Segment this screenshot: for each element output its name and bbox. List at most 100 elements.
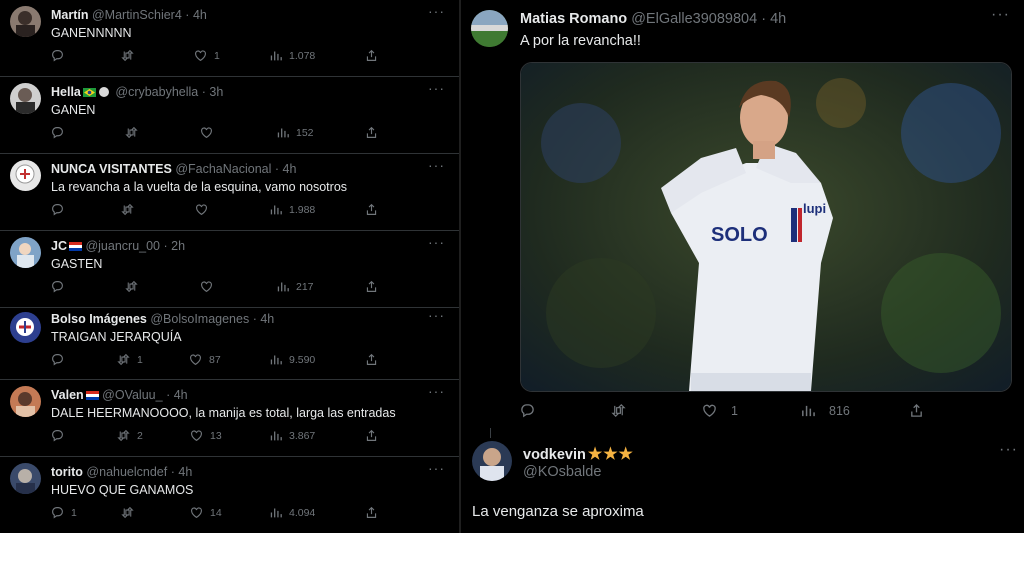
tweet-actions: 1 14 4.094 xyxy=(51,506,391,522)
more-icon[interactable]: ··· xyxy=(999,441,1018,459)
tweet-text: GANENNNNN xyxy=(51,26,132,40)
views-button[interactable]: 3.867 xyxy=(269,429,315,442)
avatar[interactable] xyxy=(10,463,41,494)
reply-button[interactable] xyxy=(51,126,71,139)
retweet-button[interactable]: 1 xyxy=(117,353,143,366)
author-handle[interactable]: @juancru_00 xyxy=(85,239,160,253)
views-button[interactable]: 1.988 xyxy=(269,203,315,216)
views-button[interactable]: 4.094 xyxy=(269,506,315,519)
share-button[interactable] xyxy=(365,280,385,293)
avatar[interactable] xyxy=(10,6,41,37)
author-handle[interactable]: @nahuelcndef xyxy=(86,465,167,479)
retweet-button[interactable] xyxy=(611,403,640,418)
share-button[interactable] xyxy=(909,403,938,418)
more-icon[interactable]: ··· xyxy=(428,383,445,399)
tweet[interactable]: Martín @MartinSchier4 · 4h ··· GANENNNNN… xyxy=(0,0,459,77)
reply-button[interactable] xyxy=(51,429,71,442)
author-handle[interactable]: @KOsbalde xyxy=(523,464,601,480)
retweet-button[interactable]: 2 xyxy=(117,429,143,442)
author-name[interactable]: NUNCA VISITANTES xyxy=(51,162,172,176)
tweet[interactable]: Bolso Imágenes @BolsoImagenes · 4h ··· T… xyxy=(0,307,459,380)
tweet-time[interactable]: 4h xyxy=(283,162,297,176)
avatar[interactable] xyxy=(10,386,41,417)
views-button[interactable]: 1.078 xyxy=(269,49,315,62)
reply-button[interactable] xyxy=(51,203,71,216)
retweet-button[interactable] xyxy=(121,203,141,216)
author-name[interactable]: vodkevin xyxy=(523,447,586,463)
views-button[interactable]: 152 xyxy=(276,126,314,139)
tweet-text: HUEVO QUE GANAMOS xyxy=(51,483,194,497)
author-handle[interactable]: @crybabyhella xyxy=(115,85,198,99)
like-button[interactable]: 13 xyxy=(190,429,222,442)
author-handle[interactable]: @MartinSchier4 xyxy=(92,8,182,22)
like-button[interactable]: 1 xyxy=(194,49,220,62)
share-button[interactable] xyxy=(365,506,385,519)
reply-button[interactable] xyxy=(51,49,71,62)
more-icon[interactable]: ··· xyxy=(991,6,1010,24)
tweet-photo[interactable]: SOLO lupi xyxy=(520,62,1012,392)
reply-button[interactable] xyxy=(51,353,71,366)
like-button[interactable] xyxy=(200,126,220,139)
reply-button[interactable] xyxy=(51,280,71,293)
reply-count: 1 xyxy=(71,506,77,519)
like-button[interactable]: 14 xyxy=(190,506,222,519)
more-icon[interactable]: ··· xyxy=(428,460,445,476)
author-name[interactable]: JC xyxy=(51,239,67,253)
share-button[interactable] xyxy=(365,203,385,216)
paraguay-flag-icon xyxy=(85,391,99,400)
like-button[interactable]: 87 xyxy=(189,353,221,366)
author-handle[interactable]: @BolsoImagenes xyxy=(150,312,249,326)
tweet-time[interactable]: 3h xyxy=(209,85,223,99)
author-handle[interactable]: @ElGalle39089804 xyxy=(631,11,757,27)
views-button[interactable]: 9.590 xyxy=(269,353,315,366)
share-icon xyxy=(366,49,377,61)
tweet-time[interactable]: 4h xyxy=(178,465,192,479)
tweet-time[interactable]: 4h xyxy=(770,11,786,27)
tweet[interactable]: NUNCA VISITANTES @FachaNacional · 4h ···… xyxy=(0,154,459,231)
tweet[interactable]: Hella @crybabyhella · 3h ··· GANEN 152 xyxy=(0,77,459,154)
author-name[interactable]: Martín xyxy=(51,8,89,22)
reply-button[interactable] xyxy=(520,403,549,418)
share-button[interactable] xyxy=(365,353,385,366)
tweet-time[interactable]: 2h xyxy=(171,239,185,253)
retweet-button[interactable] xyxy=(125,280,145,293)
more-icon[interactable]: ··· xyxy=(428,157,445,173)
share-button[interactable] xyxy=(365,49,385,62)
author-name[interactable]: Bolso Imágenes xyxy=(51,312,147,326)
more-icon[interactable]: ··· xyxy=(428,234,445,250)
like-button[interactable] xyxy=(195,203,215,216)
views-button[interactable]: 816 xyxy=(800,403,850,418)
retweet-button[interactable] xyxy=(125,126,145,139)
reply-button[interactable]: 1 xyxy=(51,506,77,519)
avatar[interactable] xyxy=(10,237,41,268)
like-button[interactable]: 1 xyxy=(702,403,738,418)
avatar[interactable] xyxy=(471,10,508,47)
share-button[interactable] xyxy=(365,429,385,442)
tweet[interactable]: JC @juancru_00 · 2h ··· GASTEN 217 xyxy=(0,231,459,308)
author-name[interactable]: Hella xyxy=(51,85,81,99)
avatar[interactable] xyxy=(10,83,41,114)
author-name[interactable]: Matias Romano xyxy=(520,11,627,27)
views-button[interactable]: 217 xyxy=(276,280,314,293)
avatar[interactable] xyxy=(472,441,512,481)
like-button[interactable] xyxy=(200,280,220,293)
reply-author-name[interactable]: vodkevin ★★★ xyxy=(523,444,634,464)
tweet-time[interactable]: 4h xyxy=(174,388,188,402)
tweet[interactable]: Valen @OValuu_ · 4h ··· DALE HEERMANOOOO… xyxy=(0,380,459,457)
author-name[interactable]: Valen xyxy=(51,388,84,402)
like-count: 1 xyxy=(214,49,220,62)
avatar[interactable] xyxy=(10,312,41,343)
tweet-time[interactable]: 4h xyxy=(260,312,274,326)
retweet-button[interactable] xyxy=(121,49,141,62)
author-name[interactable]: torito xyxy=(51,465,83,479)
more-icon[interactable]: ··· xyxy=(428,80,445,96)
share-button[interactable] xyxy=(365,126,385,139)
more-icon[interactable]: ··· xyxy=(428,3,445,19)
author-handle[interactable]: @FachaNacional xyxy=(175,162,271,176)
retweet-button[interactable] xyxy=(121,506,141,519)
avatar[interactable] xyxy=(10,160,41,191)
more-icon[interactable]: ··· xyxy=(428,307,445,323)
author-handle[interactable]: @OValuu_ xyxy=(102,388,162,402)
tweet-time[interactable]: 4h xyxy=(193,8,207,22)
tweet[interactable]: torito @nahuelcndef · 4h ··· HUEVO QUE G… xyxy=(0,457,459,533)
